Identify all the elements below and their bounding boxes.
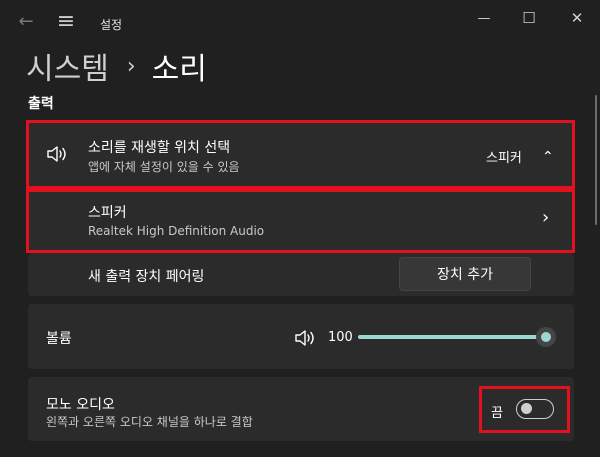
- choose-device-title: 소리를 재생할 위치 선택: [88, 140, 231, 156]
- output-section-title: 출력: [28, 96, 54, 112]
- scrollbar[interactable]: [595, 95, 597, 225]
- minimize-icon: —: [477, 10, 491, 26]
- chevron-right-icon: ›: [542, 207, 550, 228]
- volume-slider-thumb[interactable]: [536, 327, 556, 347]
- speaker-device-item[interactable]: 스피커 Realtek High Definition Audio ›: [28, 191, 574, 251]
- maximize-button[interactable]: ☐: [517, 8, 541, 28]
- volume-slider-track[interactable]: [358, 335, 546, 339]
- mono-audio-state-label: 끔: [491, 406, 503, 421]
- speaker-icon: [47, 146, 66, 162]
- volume-value: 100: [328, 330, 353, 345]
- title-bar: ← ≡ 설정 — ☐ ✕: [0, 0, 600, 40]
- speaker-item-subtitle: Realtek High Definition Audio: [88, 224, 265, 238]
- selected-device-value: 스피커: [486, 151, 522, 166]
- choose-output-device-row[interactable]: 소리를 재생할 위치 선택 앱에 자체 설정이 있을 수 있음 스피커 ⌃: [28, 122, 574, 188]
- volume-row: 볼륨 100: [28, 304, 574, 369]
- mono-audio-row: 모노 오디오 왼쪽과 오른쪽 오디오 채널을 하나로 결합 끔: [28, 377, 574, 441]
- back-button[interactable]: ←: [14, 12, 38, 32]
- back-arrow-icon: ←: [18, 11, 34, 32]
- mono-audio-title: 모노 오디오: [46, 397, 115, 413]
- close-button[interactable]: ✕: [565, 8, 589, 28]
- navigation-menu-button[interactable]: ≡: [54, 9, 78, 34]
- minimize-button[interactable]: —: [472, 8, 496, 28]
- speaker-icon[interactable]: [294, 328, 316, 348]
- choose-device-subtitle: 앱에 자체 설정이 있을 수 있음: [88, 160, 240, 174]
- page-title: 소리: [151, 52, 207, 87]
- chevron-up-icon[interactable]: ⌃: [542, 149, 554, 165]
- mono-audio-subtitle: 왼쪽과 오른쪽 오디오 채널을 하나로 결합: [46, 415, 253, 429]
- volume-label: 볼륨: [46, 331, 72, 347]
- speaker-item-title: 스피커: [88, 205, 127, 221]
- breadcrumb-system-link[interactable]: 시스템: [26, 44, 109, 88]
- breadcrumb: 시스템 › 소리: [26, 44, 207, 88]
- hamburger-menu-icon: ≡: [56, 9, 76, 34]
- breadcrumb-chevron-icon: ›: [126, 53, 136, 79]
- maximize-icon: ☐: [522, 8, 536, 27]
- mono-audio-toggle[interactable]: [516, 399, 554, 419]
- volume-slider-fill: [358, 335, 546, 339]
- pair-device-label: 새 출력 장치 페어링: [88, 269, 205, 285]
- app-title: 설정: [100, 18, 123, 32]
- close-icon: ✕: [570, 8, 584, 27]
- toggle-knob: [521, 403, 532, 414]
- add-device-button[interactable]: 장치 추가: [399, 257, 531, 291]
- pair-output-device-row: 새 출력 장치 페어링 장치 추가: [28, 253, 574, 296]
